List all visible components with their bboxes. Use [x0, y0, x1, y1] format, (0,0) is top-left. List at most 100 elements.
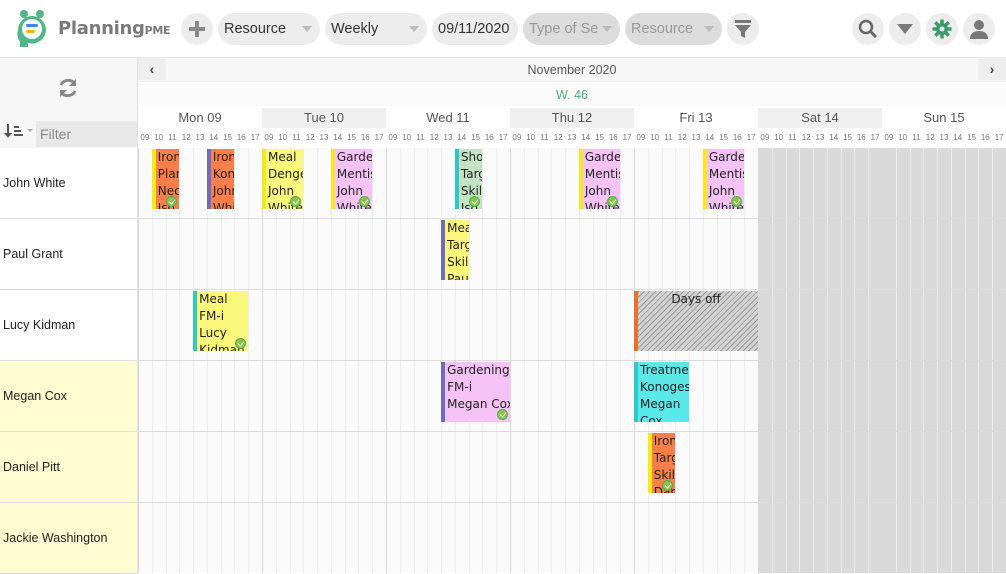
event-color-bar — [330, 149, 335, 209]
add-button[interactable] — [181, 13, 213, 45]
event-block[interactable]: Meal Targ Skil Paul — [441, 220, 469, 280]
event-block[interactable]: GardeMentisJohnWhite — [702, 149, 745, 209]
month-label: November 2020 — [527, 63, 617, 77]
grid-row-line — [138, 218, 1006, 219]
days-off-label: Days off — [671, 292, 721, 306]
event-text-line: Treatment — [640, 363, 689, 377]
hour-label: 15 — [719, 133, 728, 142]
hour-row: 09 10 11 12 13 14 15 16 17 09 10 11 12 13 14 15 16 17 09 10… — [138, 130, 1006, 146]
event-block[interactable]: Gardening FM-i Megan Cox — [441, 362, 510, 422]
event-block[interactable]: IronTargSkilDaniel — [647, 433, 676, 493]
hour-label: 12 — [925, 133, 935, 142]
grid-row-line — [138, 360, 1006, 361]
event-text-line: Denge — [268, 167, 304, 181]
resource-row[interactable]: Paul Grant — [0, 219, 138, 290]
event-block[interactable]: GardeMentisJohnWhite — [578, 149, 621, 209]
hour-label: 09 — [512, 133, 522, 142]
day-header[interactable]: Mon 09 — [138, 108, 262, 128]
resource-row[interactable]: Megan Cox — [0, 361, 138, 432]
hour-label: 10 — [526, 133, 536, 142]
sort-button[interactable] — [4, 123, 34, 139]
hour-label: 14 — [457, 133, 467, 142]
chevron-right-icon: › — [989, 61, 995, 77]
event-text-line: Garde — [584, 150, 621, 164]
search-button[interactable] — [852, 13, 884, 45]
resource-filter-input[interactable]: Filter — [36, 121, 137, 147]
period-select[interactable]: Weekly — [325, 13, 427, 45]
hour-label: 17 — [994, 133, 1004, 142]
resource-filter[interactable]: Resource — [625, 13, 722, 45]
view-select[interactable]: Resource — [218, 13, 320, 45]
event-text-line: Mentis — [708, 167, 744, 181]
previous-period-button[interactable]: ‹ — [138, 58, 166, 80]
event-text-line: Garde — [708, 150, 745, 164]
event-text-line: Plan — [157, 167, 180, 181]
hour-label: 11 — [540, 133, 549, 142]
event-text-line: FM-i — [447, 380, 473, 394]
calendar-header: November 2020 ‹ › W. 46 Mon 09 Tue 10 Wed … — [138, 58, 1006, 148]
event-block[interactable]: ShoTargSkilIso — [454, 149, 483, 209]
event-text-line: Targ — [653, 451, 676, 465]
resource-row[interactable]: Jackie Washington — [0, 503, 138, 574]
hour-label: 12 — [553, 133, 563, 142]
hour-label: 11 — [292, 133, 301, 142]
day-header[interactable]: Sun 15 — [882, 108, 1006, 128]
hour-label: 15 — [843, 133, 852, 142]
filter-button[interactable] — [727, 13, 759, 45]
chevron-down-icon — [409, 26, 419, 32]
days-off-color-bar — [634, 291, 638, 351]
hour-label: 12 — [305, 133, 315, 142]
hour-label: 09 — [760, 133, 770, 142]
event-block[interactable]: Treatment Konoges Megan Cox — [634, 362, 690, 422]
event-block[interactable]: Meal Denge John White — [262, 149, 304, 209]
day-header[interactable]: Tue 10 — [262, 108, 386, 128]
event-color-bar — [441, 220, 446, 280]
hour-label: 12 — [181, 133, 191, 142]
type-of-service-filter[interactable]: Type of Se — [523, 13, 620, 45]
day-header[interactable]: Wed 11 — [386, 108, 510, 128]
resource-row[interactable]: Lucy Kidman — [0, 290, 138, 361]
user-button[interactable] — [963, 13, 995, 45]
gear-icon — [932, 19, 952, 39]
event-block[interactable]: Meal FM-i Lucy Kidman — [193, 291, 249, 351]
schedule-grid[interactable]: Days offIronPlanNecIsoIronKonJohnWhiteMe… — [138, 148, 1006, 573]
refresh-icon[interactable] — [56, 76, 80, 100]
hour-label: 10 — [402, 133, 412, 142]
day-header[interactable]: Fri 13 — [634, 108, 758, 128]
event-text-line: Meal — [447, 221, 469, 235]
event-block[interactable]: GardeMentisJohnWhite — [330, 149, 373, 209]
hour-label: 09 — [264, 133, 274, 142]
hour-label: 17 — [498, 133, 508, 142]
event-text-line: Konoges — [640, 380, 690, 394]
event-block[interactable]: Iron Kon John White — [206, 149, 235, 209]
app-logo[interactable]: PlanningPME — [12, 8, 171, 48]
resource-name: John White — [3, 176, 66, 190]
hour-label: 16 — [608, 133, 618, 142]
hour-label: 17 — [250, 133, 260, 142]
resource-row[interactable]: Daniel Pitt — [0, 432, 138, 503]
hour-label: 12 — [429, 133, 439, 142]
event-text-line: Kon — [212, 167, 235, 181]
plus-icon — [189, 21, 205, 37]
hour-label: 16 — [732, 133, 742, 142]
hour-label: 14 — [209, 133, 219, 142]
date-input[interactable]: 09/11/2020 — [432, 13, 518, 45]
hour-label: 13 — [567, 133, 577, 142]
hour-label: 16 — [484, 133, 494, 142]
day-header[interactable]: Sat 14 — [758, 108, 882, 128]
event-text-line: Meal — [199, 292, 228, 306]
hour-label: 13 — [939, 133, 949, 142]
event-block[interactable]: IronPlanNecIso — [151, 149, 180, 209]
day-header[interactable]: Thu 12 — [510, 108, 634, 128]
event-color-bar — [647, 433, 652, 493]
next-period-button[interactable]: › — [978, 58, 1006, 80]
event-text-line: Iron — [157, 150, 180, 164]
event-text-line: FM-i — [199, 309, 225, 323]
settings-button[interactable] — [926, 13, 958, 45]
resource-row[interactable]: John White — [0, 148, 138, 219]
chevron-down-icon — [602, 26, 612, 32]
hour-label: 15 — [223, 133, 232, 142]
days-off-block[interactable]: Days off — [634, 291, 758, 351]
completed-check-icon — [496, 409, 508, 420]
menu-dropdown-button[interactable] — [889, 13, 921, 45]
